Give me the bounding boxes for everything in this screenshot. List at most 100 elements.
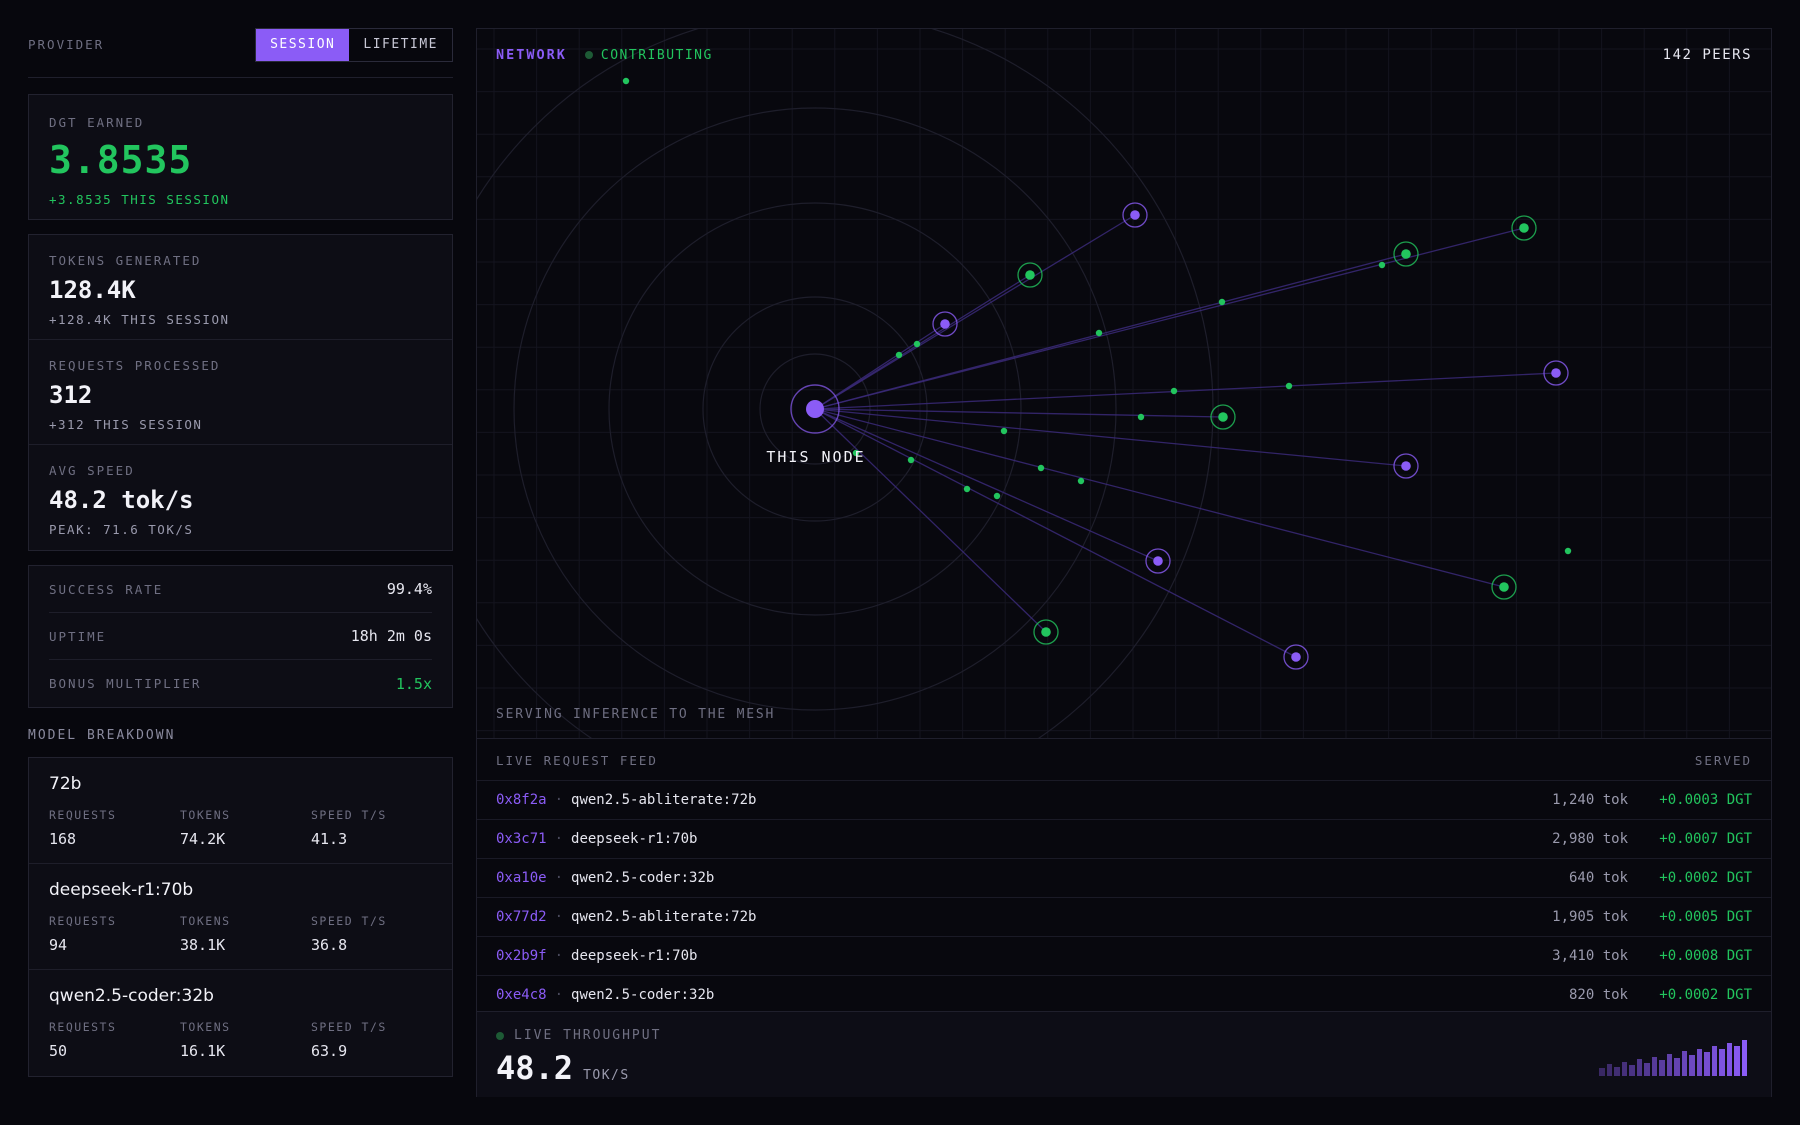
- lifetime-toggle-button[interactable]: LIFETIME: [349, 29, 452, 61]
- peer-node: [940, 319, 950, 329]
- throughput-bar: [1651, 1057, 1657, 1076]
- request-id: 0x2b9f: [496, 948, 547, 964]
- metric-value: 1.5x: [395, 674, 432, 693]
- speed-value: 36.8: [311, 936, 348, 954]
- throughput-bar: [1704, 1052, 1710, 1076]
- packet-dot: [1137, 413, 1145, 421]
- packet-dot: [1077, 477, 1085, 485]
- connection-line: [814, 408, 1047, 633]
- model-breakdown-title: MODEL BREAKDOWN: [28, 728, 176, 743]
- throughput-unit: TOK/S: [583, 1068, 630, 1083]
- model-item: qwen2.5-coder:32b REQUESTS TOKENS SPEED …: [29, 970, 452, 1076]
- network-graph: [477, 29, 1771, 738]
- tokens-value: 74.2K: [180, 830, 226, 848]
- throughput-bar: [1599, 1067, 1605, 1076]
- model-name: deepseek-r1:70b: [49, 880, 194, 900]
- packet-dot: [1285, 382, 1293, 390]
- provider-header: PROVIDER SESSION LIFETIME: [28, 27, 453, 78]
- peer-node: [1499, 582, 1509, 592]
- packet-dot: [1170, 387, 1178, 395]
- peer-node: [1551, 368, 1561, 378]
- peer-node: [1401, 249, 1411, 259]
- packet-dot: [963, 485, 971, 493]
- packet-dot: [1218, 298, 1226, 306]
- packet-dot: [1564, 547, 1572, 555]
- throughput-bar: [1621, 1061, 1627, 1076]
- request-model: qwen2.5-abliterate:72b: [571, 792, 757, 808]
- tokens-value: 38.1K: [180, 936, 226, 954]
- separator: ·: [554, 987, 564, 1003]
- session-toggle-button[interactable]: SESSION: [256, 28, 350, 61]
- network-panel: NETWORK CONTRIBUTING 142 PEERS THIS NODE…: [476, 28, 1772, 1097]
- connection-line: [814, 214, 1136, 410]
- connection-line: [814, 408, 1407, 467]
- orbit-ring: [477, 29, 1214, 738]
- feed-row[interactable]: 0xe4c8 · qwen2.5-coder:32b 820 tok +0.00…: [477, 975, 1771, 1014]
- stats-card: TOKENS GENERATED 128.4K +128.4K THIS SES…: [28, 234, 453, 551]
- throughput-reading: 48.2 TOK/S: [496, 1049, 1752, 1087]
- packet-dot: [993, 492, 1001, 500]
- throughput-value: 48.2: [496, 1049, 574, 1087]
- this-node-label: THIS NODE: [766, 448, 866, 466]
- request-model: qwen2.5-coder:32b: [571, 870, 715, 886]
- requests-value: 50: [49, 1042, 68, 1060]
- stat-tokens-generated: TOKENS GENERATED 128.4K +128.4K THIS SES…: [29, 235, 452, 340]
- metric-uptime: UPTIME 18h 2m 0s: [49, 613, 432, 660]
- separator: ·: [554, 792, 564, 808]
- request-model: qwen2.5-coder:32b: [571, 987, 715, 1003]
- request-model: deepseek-r1:70b: [571, 831, 698, 847]
- packet-dot: [1095, 329, 1103, 337]
- requests-value: 168: [49, 830, 77, 848]
- separator: ·: [554, 870, 564, 886]
- model-item: deepseek-r1:70b REQUESTS TOKENS SPEED T/…: [29, 864, 452, 970]
- requests-value: 94: [49, 936, 68, 954]
- request-id: 0x8f2a: [496, 792, 547, 808]
- request-id: 0x3c71: [496, 831, 547, 847]
- throughput-bar: [1674, 1057, 1680, 1076]
- packet-dot: [1037, 464, 1045, 472]
- network-map: NETWORK CONTRIBUTING 142 PEERS THIS NODE…: [477, 29, 1771, 739]
- feed-row[interactable]: 0x3c71 · deepseek-r1:70b 2,980 tok +0.00…: [477, 819, 1771, 858]
- tokens-value: 16.1K: [180, 1042, 226, 1060]
- peer-node: [1291, 652, 1301, 662]
- tokens-label: TOKENS: [180, 1020, 231, 1034]
- this-node: [806, 400, 824, 418]
- feed-row[interactable]: 0x77d2 · qwen2.5-abliterate:72b 1,905 to…: [477, 897, 1771, 936]
- request-dgt: +0.0002 DGT: [1659, 870, 1752, 886]
- metric-success-rate: SUCCESS RATE 99.4%: [49, 566, 432, 613]
- throughput-bar: [1636, 1058, 1642, 1076]
- throughput-bar: [1606, 1063, 1612, 1076]
- model-item: 72b REQUESTS TOKENS SPEED T/S 168 74.2K …: [29, 758, 452, 864]
- throughput-bar: [1644, 1062, 1650, 1076]
- served-label: SERVED: [1694, 752, 1752, 768]
- status-dot-icon: [584, 51, 593, 59]
- throughput-bar: [1719, 1049, 1725, 1076]
- connection-line: [814, 408, 1297, 658]
- request-model: deepseek-r1:70b: [571, 948, 698, 964]
- feed-row[interactable]: 0x8f2a · qwen2.5-abliterate:72b 1,240 to…: [477, 780, 1771, 819]
- request-tokens: 1,240 tok: [1552, 792, 1628, 808]
- network-header: NETWORK CONTRIBUTING: [496, 47, 713, 63]
- feed-title: LIVE REQUEST FEED: [496, 752, 658, 768]
- tokens-label: TOKENS: [180, 808, 231, 822]
- throughput-bar: [1689, 1055, 1695, 1076]
- metric-label: SUCCESS RATE: [49, 581, 164, 597]
- dgt-earned-value: 3.8535: [49, 138, 193, 182]
- throughput-bar: [1696, 1048, 1702, 1076]
- model-name: 72b: [49, 774, 82, 794]
- throughput-bar: [1741, 1039, 1747, 1076]
- packet-dot: [1378, 261, 1386, 269]
- metric-value: 18h 2m 0s: [350, 627, 432, 645]
- request-dgt: +0.0003 DGT: [1659, 792, 1752, 808]
- throughput-bar: [1726, 1042, 1732, 1076]
- throughput-bar: [1614, 1066, 1620, 1076]
- feed-row[interactable]: 0x2b9f · deepseek-r1:70b 3,410 tok +0.00…: [477, 936, 1771, 975]
- throughput-sparkline: [1599, 1038, 1749, 1076]
- model-name: qwen2.5-coder:32b: [49, 986, 214, 1006]
- feed-row[interactable]: 0xa10e · qwen2.5-coder:32b 640 tok +0.00…: [477, 858, 1771, 897]
- stat-value: 128.4K: [49, 276, 136, 304]
- request-id: 0x77d2: [496, 909, 547, 925]
- stat-requests-processed: REQUESTS PROCESSED 312 +312 THIS SESSION: [29, 340, 452, 445]
- packet-dot: [913, 340, 921, 348]
- dgt-earned-session: +3.8535 THIS SESSION: [49, 192, 230, 207]
